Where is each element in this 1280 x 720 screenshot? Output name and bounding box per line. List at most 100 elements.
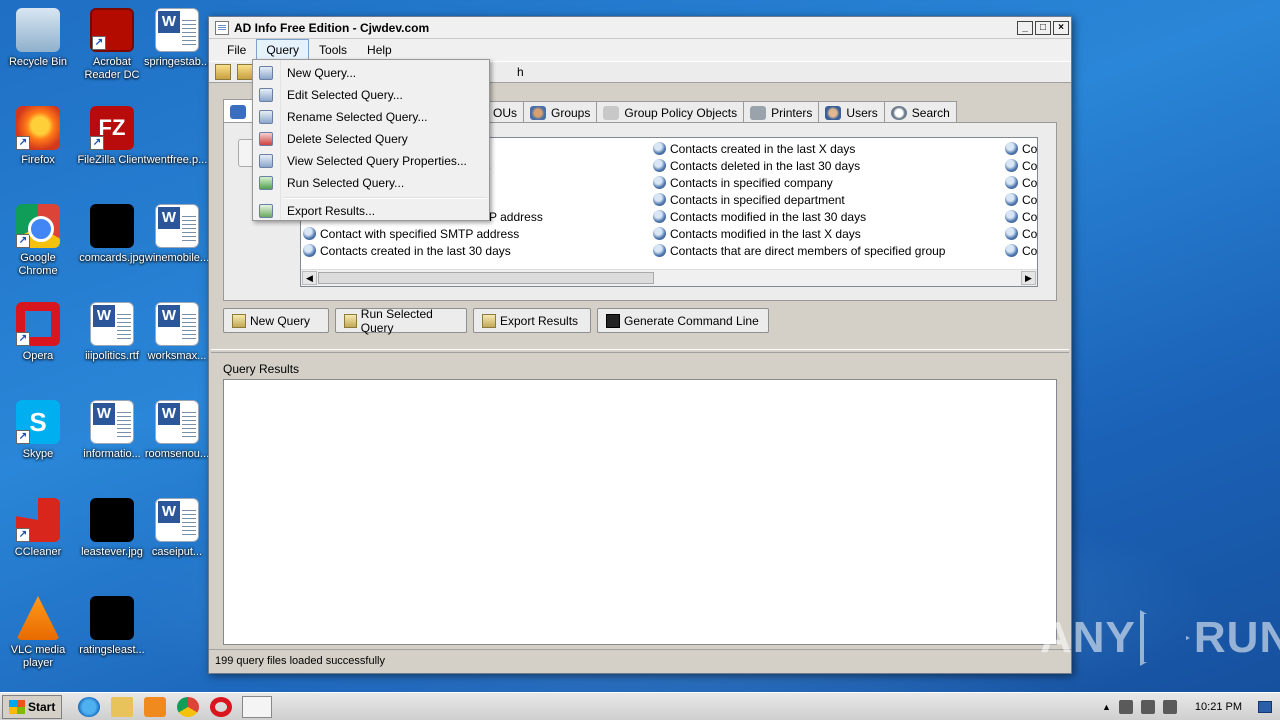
query-item[interactable]: Cor [1005, 191, 1037, 208]
export-results-button[interactable]: Export Results [473, 308, 591, 333]
query-item[interactable]: Contacts modified in the last X days [653, 225, 945, 242]
menu-help[interactable]: Help [357, 39, 402, 61]
menu-view-query-properties[interactable]: View Selected Query Properties... [253, 150, 489, 172]
menu-file[interactable]: File [217, 39, 256, 61]
title-bar[interactable]: AD Info Free Edition - Cjwdev.com _ □ × [209, 17, 1071, 39]
rename-query-icon [259, 110, 273, 124]
menu-query[interactable]: Query [256, 39, 310, 61]
internet-explorer-icon[interactable] [78, 696, 101, 717]
taskbar: Start ▲ 10:21 PM [0, 692, 1280, 720]
tab-groups[interactable]: Groups [523, 101, 598, 123]
close-button[interactable]: × [1053, 20, 1069, 35]
new-query-button[interactable]: New Query [223, 308, 329, 333]
tab-printers[interactable]: Printers [743, 101, 820, 123]
desktop-icon-label: comcards.jpg [79, 252, 145, 264]
media-player-icon[interactable] [144, 696, 167, 717]
query-item[interactable]: Cor [1005, 242, 1037, 259]
desktop-icon-ccleaner[interactable]: ↗ CCleaner [0, 498, 76, 559]
opera-icon[interactable] [210, 696, 233, 717]
query-item[interactable]: Contacts created in the last 30 days [303, 242, 543, 259]
scroll-thumb[interactable] [318, 272, 654, 284]
query-column-2: Contacts created in the last X days Cont… [653, 140, 945, 259]
tab-ous[interactable]: OUs [486, 101, 524, 123]
menu-bar: File Query Tools Help [209, 39, 1071, 61]
desktop-icon-iiipolitics[interactable]: iiipolitics.rtf [74, 302, 150, 363]
scroll-left-arrow[interactable]: ◀ [302, 271, 317, 285]
contact-query-icon [653, 159, 666, 172]
file-explorer-icon[interactable] [111, 696, 134, 717]
query-item[interactable]: Cor [1005, 225, 1037, 242]
menu-edit-selected-query[interactable]: Edit Selected Query... [253, 84, 489, 106]
desktop-icon-chrome[interactable]: ↗ Google Chrome [0, 204, 76, 278]
menu-rename-selected-query[interactable]: Rename Selected Query... [253, 106, 489, 128]
query-item[interactable]: Contacts modified in the last 30 days [653, 208, 945, 225]
desktop-icon-roomsenou[interactable]: roomsenou... [142, 400, 212, 461]
desktop-icon-skype[interactable]: S ↗ Skype [0, 400, 76, 461]
desktop-icon-vlc[interactable]: VLC media player [0, 596, 76, 670]
desktop-icon-filezilla[interactable]: FZ ↗ FileZilla Client [74, 106, 150, 167]
query-item[interactable]: Cor [1005, 208, 1037, 225]
tab-users[interactable]: Users [818, 101, 885, 123]
firefox-icon: ↗ [16, 106, 60, 150]
ad-info-taskbar-button[interactable] [242, 695, 273, 718]
desktop-icon-caseiput[interactable]: caseiput... [142, 498, 212, 559]
query-column-3: Cor Cor Cor Cor Cor Cor Cor [1005, 140, 1037, 259]
filezilla-icon: FZ ↗ [90, 106, 134, 150]
menu-delete-selected-query[interactable]: Delete Selected Query [253, 128, 489, 150]
menu-new-query[interactable]: New Query... [253, 62, 489, 84]
horizontal-scrollbar[interactable]: ◀ ▶ [301, 269, 1037, 286]
desktop-icon-informatio[interactable]: informatio... [74, 400, 150, 461]
word-document-icon [90, 302, 134, 346]
menu-export-results[interactable]: Export Results... [253, 200, 489, 222]
desktop-icon-ratingsleast[interactable]: ratingsleast... [74, 596, 150, 657]
query-item[interactable]: Contacts in specified department [653, 191, 945, 208]
desktop-icon-worksmax[interactable]: worksmax... [142, 302, 212, 363]
network-icon[interactable] [1140, 699, 1155, 714]
scroll-right-arrow[interactable]: ▶ [1021, 271, 1036, 285]
desktop-icon-wentfree[interactable]: wentfree.p... [142, 106, 212, 167]
query-menu-dropdown: New Query... Edit Selected Query... Rena… [252, 59, 490, 221]
minimize-button[interactable]: _ [1017, 20, 1033, 35]
image-file-icon [90, 204, 134, 248]
query-item[interactable]: Contacts in specified company [653, 174, 945, 191]
maximize-button[interactable]: □ [1035, 20, 1051, 35]
query-item[interactable]: Cor [1005, 157, 1037, 174]
desktop-icon-recycle-bin[interactable]: Recycle Bin [0, 8, 76, 69]
desktop-icon-opera[interactable]: ↗ Opera [0, 302, 76, 363]
desktop-icon-label: Opera [22, 350, 54, 362]
menu-run-selected-query[interactable]: Run Selected Query... [253, 172, 489, 194]
query-item[interactable]: Cor [1005, 174, 1037, 191]
desktop-icon-springestab[interactable]: springestab... [142, 8, 212, 69]
show-desktop-icon[interactable] [1258, 700, 1272, 713]
ccleaner-icon: ↗ [16, 498, 60, 542]
chrome-icon[interactable] [177, 696, 200, 717]
query-results-pane[interactable] [223, 379, 1057, 645]
show-hidden-icons-button[interactable]: ▲ [1102, 702, 1111, 712]
groups-icon [530, 105, 546, 120]
desktop-icon-acrobat[interactable]: ↗ Acrobat Reader DC [74, 8, 150, 82]
generate-command-line-button[interactable]: Generate Command Line [597, 308, 769, 333]
new-query-toolbar-icon[interactable] [215, 64, 231, 80]
menu-tools[interactable]: Tools [309, 39, 357, 61]
tab-search[interactable]: Search [883, 101, 957, 123]
run-selected-query-button[interactable]: Run Selected Query [335, 307, 467, 335]
query-item[interactable]: Contact with specified SMTP address [303, 225, 543, 242]
query-item[interactable]: Contacts that are direct members of spec… [653, 242, 945, 259]
query-item[interactable]: Contacts created in the last X days [653, 140, 945, 157]
desktop-icon-winemobile[interactable]: winemobile... [142, 204, 212, 265]
start-button[interactable]: Start [2, 694, 63, 719]
edit-query-toolbar-icon[interactable] [237, 64, 253, 80]
volume-icon[interactable] [1118, 699, 1133, 714]
splitter[interactable] [211, 349, 1069, 353]
desktop-icon-comcards[interactable]: comcards.jpg [74, 204, 150, 265]
tab-group-policy-objects[interactable]: Group Policy Objects [596, 101, 745, 123]
image-file-icon [90, 498, 134, 542]
desktop-icon-leastever[interactable]: leastever.jpg [74, 498, 150, 559]
action-center-flag-icon[interactable] [1162, 699, 1177, 714]
export-icon [259, 204, 273, 218]
query-item[interactable]: Cor [1005, 140, 1037, 157]
desktop-icon-label: Firefox [21, 154, 55, 166]
query-item[interactable]: Contacts deleted in the last 30 days [653, 157, 945, 174]
desktop-icon-firefox[interactable]: ↗ Firefox [0, 106, 76, 167]
clock[interactable]: 10:21 PM [1195, 701, 1242, 713]
